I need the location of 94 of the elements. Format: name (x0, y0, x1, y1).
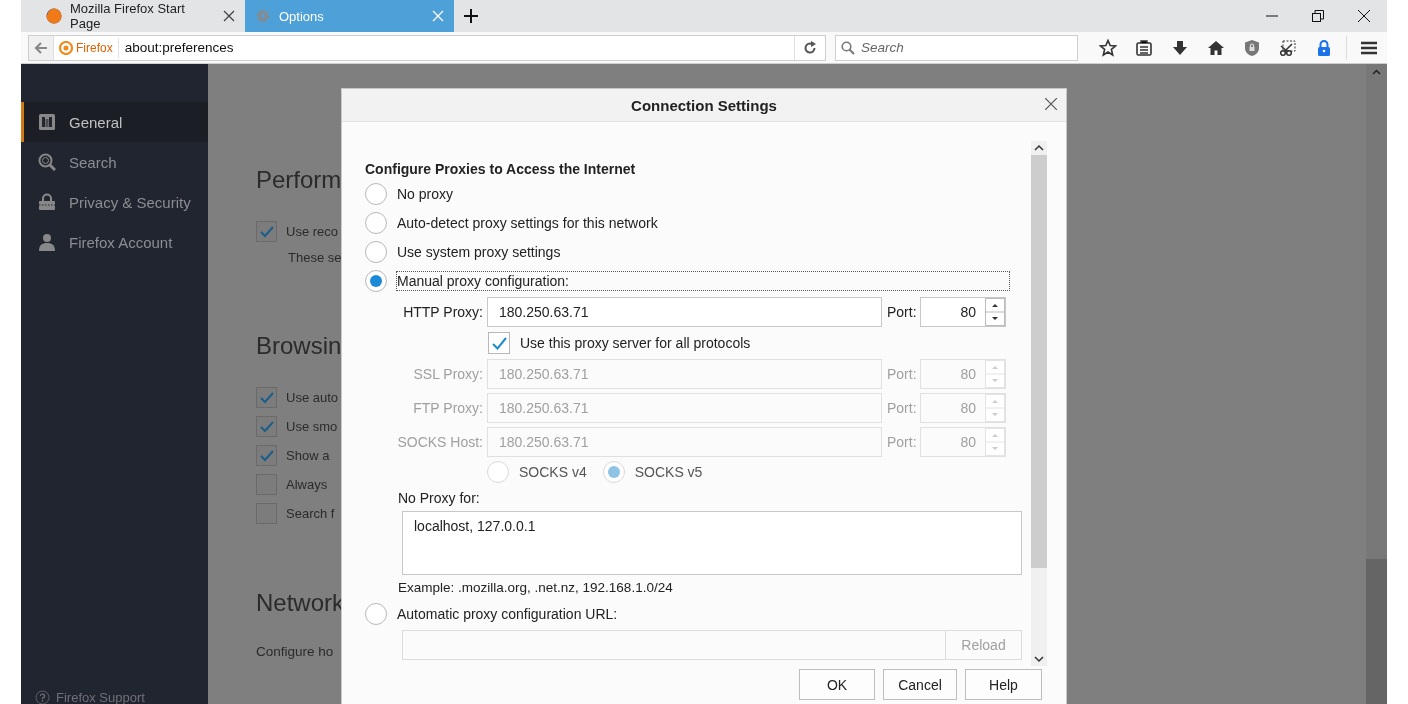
checkbox-label: Use auto (286, 390, 339, 405)
proxy-field[interactable]: 180.250.63.71 (487, 297, 882, 327)
close-icon[interactable] (223, 10, 235, 22)
checkbox-label: Use this proxy server for all protocols (520, 335, 751, 351)
description-text: These se (288, 249, 342, 265)
search-icon (38, 153, 56, 171)
radio-button[interactable] (602, 461, 625, 483)
port-field[interactable]: 80 (920, 297, 1006, 327)
description-text: Configure ho (256, 643, 334, 659)
radio-button[interactable] (365, 182, 387, 205)
reload-button[interactable]: Reload (946, 630, 1022, 660)
radio-label: Automatic proxy configuration URL: (397, 605, 618, 622)
home-icon[interactable] (1207, 38, 1225, 57)
field-label: SSL Proxy: (412, 366, 484, 382)
radio-label: SOCKS v4 (519, 464, 587, 480)
scissors-icon[interactable] (1279, 38, 1297, 57)
checkbox-label: Search f (286, 506, 335, 521)
field-label: SOCKS Host: (396, 434, 484, 450)
checkbox-label: Use reco (286, 224, 339, 239)
dialog-button[interactable]: Help (965, 669, 1042, 700)
radio-button[interactable] (487, 461, 509, 483)
field-label: Port: (886, 366, 915, 382)
check-icon (259, 449, 274, 462)
download-icon[interactable] (1171, 38, 1189, 57)
star-icon[interactable] (1099, 38, 1117, 57)
radio-label: No proxy (397, 185, 454, 202)
plus-icon[interactable] (463, 8, 479, 24)
section-heading: Browsin (256, 331, 343, 361)
field-label: Port: (886, 434, 915, 450)
checkbox-label: Show a (286, 448, 330, 463)
section-heading: Network (256, 588, 345, 618)
hint-text: Example: .mozilla.org, .net.nz, 192.168.1.0/24 (398, 579, 673, 595)
check-icon (491, 336, 507, 350)
radio-button[interactable] (365, 211, 387, 234)
radio-button[interactable] (365, 602, 387, 625)
radio-label: Manual proxy configuration: (397, 271, 1009, 290)
browser-tab[interactable]: Mozilla Firefox Start Page (36, 0, 245, 32)
help-icon (35, 689, 50, 704)
general-icon (38, 113, 56, 131)
checkbox[interactable] (256, 416, 277, 437)
close-icon[interactable] (1358, 10, 1370, 22)
sidebar-item[interactable]: Firefox Account (21, 222, 208, 262)
dialog-button[interactable]: OK (799, 669, 875, 700)
section-heading: Configure Proxies to Access the Internet (365, 160, 637, 179)
no-proxy-field[interactable]: localhost, 127.0.0.1 (402, 511, 1022, 575)
reload-icon[interactable] (803, 40, 817, 55)
radio-label: Use system proxy settings (397, 243, 561, 260)
checkbox[interactable] (256, 221, 277, 242)
radio-label: SOCKS v5 (634, 464, 703, 480)
search-field[interactable]: Search (835, 34, 1078, 61)
checkbox-label: Use smo (286, 419, 338, 434)
firefox-logo-icon (59, 40, 73, 55)
search-icon (841, 40, 855, 55)
field-label: FTP Proxy: (412, 400, 484, 416)
radio-label: Auto-detect proxy settings for this network (397, 214, 658, 231)
back-button[interactable] (29, 35, 54, 60)
check-icon (259, 225, 274, 238)
close-icon[interactable] (1045, 98, 1057, 110)
scrollbar-thumb[interactable] (1366, 559, 1387, 704)
gear-icon (255, 8, 271, 24)
address-text[interactable]: about:preferences (118, 40, 794, 55)
lock-icon[interactable] (1315, 38, 1333, 57)
field-label: Port: (886, 304, 915, 320)
back-arrow-icon (34, 40, 48, 55)
sidebar-item[interactable]: Privacy & Security (21, 182, 208, 222)
checkbox[interactable] (256, 387, 277, 408)
sidebar-item[interactable]: Search (21, 142, 208, 182)
dialog-button[interactable]: Cancel (883, 669, 957, 700)
restore-icon[interactable] (1312, 10, 1324, 22)
support-link[interactable]: Firefox Support (56, 689, 145, 704)
padlock-icon (38, 193, 56, 211)
radio-button[interactable] (365, 240, 387, 263)
library-icon[interactable] (1135, 38, 1153, 57)
field-label: Port: (886, 400, 915, 416)
dialog-title: Connection Settings (631, 96, 777, 114)
firefox-logo-icon (46, 8, 62, 24)
checkbox-label: Always (286, 477, 328, 492)
url-field[interactable] (402, 630, 946, 660)
person-icon (38, 233, 56, 251)
check-icon (259, 420, 274, 433)
radio-button[interactable] (365, 269, 387, 292)
page-scrollbar[interactable] (1366, 64, 1387, 704)
field-label: HTTP Proxy: (402, 304, 484, 320)
checkbox[interactable] (488, 332, 510, 354)
dialog-scrollbar[interactable] (1031, 141, 1047, 666)
check-icon (259, 391, 274, 404)
identity-box[interactable]: Firefox (54, 37, 119, 58)
checkbox[interactable] (256, 445, 277, 466)
shield-icon[interactable] (1243, 38, 1261, 57)
browser-tab[interactable]: Options (245, 0, 454, 32)
sidebar-item[interactable]: General (21, 102, 208, 142)
section-heading: Perform (256, 165, 343, 195)
field-label: No Proxy for: (398, 490, 480, 506)
spinner-icon[interactable] (985, 298, 1005, 326)
